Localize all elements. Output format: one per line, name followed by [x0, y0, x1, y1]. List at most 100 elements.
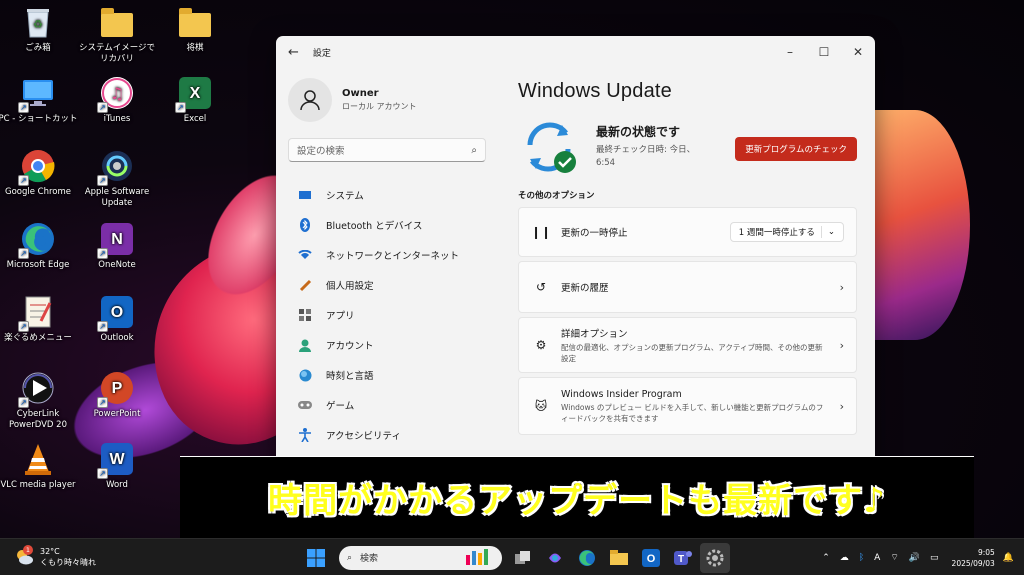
person-icon — [300, 90, 320, 111]
desktop-icon-word[interactable]: W ↗ Word — [77, 441, 157, 491]
powerpoint-icon: P ↗ — [97, 370, 135, 408]
excel-icon: X ↗ — [175, 75, 213, 113]
task-view-button[interactable] — [508, 543, 538, 573]
wifi-icon — [296, 250, 314, 260]
desktop-icon-outlook[interactable]: O ↗ Outlook — [77, 294, 157, 344]
desktop-icon-pc[interactable]: ↗ PC - ショートカット — [0, 75, 78, 125]
notification-bell-icon[interactable]: 🔔 — [1003, 553, 1014, 563]
desktop-icon-edge[interactable]: ↗ Microsoft Edge — [0, 221, 78, 271]
search-icon: ⌕ — [471, 144, 477, 156]
desktop-icon-menu[interactable]: ↗ 楽ぐるめメニュー — [0, 294, 78, 344]
nav-item-label: システム — [326, 191, 364, 202]
desktop-icon-label: PC - ショートカット — [0, 114, 78, 124]
svg-text:♫: ♫ — [110, 84, 124, 103]
desktop-icon-shogi-folder[interactable]: 将棋 — [155, 4, 235, 54]
cloud-icon[interactable]: ☁ — [840, 553, 849, 563]
nav-item-label: Bluetooth とデバイス — [326, 221, 423, 232]
desktop-icon-chrome[interactable]: ↗ Google Chrome — [0, 148, 78, 198]
update-history-card[interactable]: ↺ 更新の履歴 › — [518, 261, 857, 313]
teams-button[interactable]: T — [668, 543, 698, 573]
desktop-icon-itunes[interactable]: ♫ ↗ iTunes — [77, 75, 157, 125]
svg-text:T: T — [678, 554, 684, 565]
update-status: 最新の状態です 最終チェック日時: 今日、6:54 更新プログラムのチェック — [518, 117, 857, 181]
desktop-icon-onenote[interactable]: N ↗ OneNote — [77, 221, 157, 271]
taskbar-search-input[interactable]: ⌕ 検索 — [339, 545, 502, 570]
avatar — [288, 78, 332, 122]
minimize-button[interactable]: – — [773, 41, 807, 63]
back-arrow-icon[interactable]: ← — [288, 45, 299, 60]
desktop-icon-apple-software-update[interactable]: ↗ Apple Software Update — [77, 148, 157, 209]
desktop-icon-label: CyberLink PowerDVD 20 — [9, 409, 67, 430]
gears-icon: ⚙ — [535, 338, 547, 352]
person-icon — [296, 339, 314, 352]
desktop-icon-excel[interactable]: X ↗ Excel — [155, 75, 235, 125]
history-icon: ↺ — [535, 280, 547, 294]
settings-search-input[interactable]: 設定の検索 ⌕ — [288, 138, 486, 162]
desktop-icon-recycle-bin[interactable]: ♻ ごみ箱 — [0, 4, 78, 54]
brush-icon — [296, 279, 314, 292]
shortcut-arrow-icon: ↗ — [97, 397, 108, 408]
insider-program-card[interactable]: 🐱 Windows Insider Program Windows のプレビュー… — [518, 377, 857, 435]
nav-item-accessibility[interactable]: アクセシビリティ — [288, 420, 486, 450]
desktop-icon-powerdvd[interactable]: ↗ CyberLink PowerDVD 20 — [0, 370, 78, 431]
nav-item-label: アクセシビリティ — [326, 431, 401, 442]
maximize-button[interactable]: ☐ — [807, 41, 841, 63]
teams-icon: T — [674, 550, 692, 565]
close-button[interactable]: ✕ — [841, 41, 875, 63]
notepad-icon: ↗ — [18, 294, 56, 332]
nav-item-gaming[interactable]: ゲーム — [288, 390, 486, 420]
wifi-icon[interactable]: ⌔ — [890, 552, 898, 563]
chevron-up-icon[interactable]: ⌃ — [822, 553, 830, 563]
vlc-cone-icon — [20, 441, 56, 477]
desktop-icon-label: Outlook — [100, 333, 134, 343]
file-explorer-button[interactable] — [604, 543, 634, 573]
shortcut-arrow-icon: ↗ — [18, 321, 29, 332]
gamepad-icon — [296, 400, 314, 410]
update-history-label: 更新の履歴 — [561, 283, 609, 294]
nav-item-personalization[interactable]: 個人用設定 — [288, 270, 486, 300]
check-for-updates-button[interactable]: 更新プログラムのチェック — [735, 137, 857, 161]
powerdvd-icon: ↗ — [18, 370, 56, 408]
desktop-icon-recovery-folder[interactable]: システムイメージでリカバリ — [77, 4, 157, 65]
settings-taskbar-button[interactable] — [700, 542, 730, 573]
shortcut-arrow-icon: ↗ — [97, 468, 108, 479]
outlook-taskbar-button[interactable]: O — [636, 543, 666, 573]
nav-item-accounts[interactable]: アカウント — [288, 330, 486, 360]
edge-taskbar-button[interactable] — [572, 543, 602, 573]
desktop-icon-powerpoint[interactable]: P ↗ PowerPoint — [77, 370, 157, 420]
other-options-title: その他のオプション — [518, 191, 595, 201]
nav-item-network[interactable]: ネットワークとインターネット — [288, 240, 486, 270]
clock[interactable]: 9:05 2025/09/03 — [952, 547, 995, 569]
start-button[interactable] — [301, 543, 331, 573]
accessibility-icon — [296, 428, 314, 442]
profile-account-type: ローカル アカウント — [342, 102, 417, 111]
volume-icon[interactable]: 🔊 — [909, 553, 920, 563]
word-icon: W ↗ — [97, 441, 135, 479]
shortcut-arrow-icon: ↗ — [18, 102, 29, 113]
pause-duration-value: 1 週間一時停止する — [738, 228, 815, 238]
shortcut-arrow-icon: ↗ — [18, 175, 29, 186]
nav-item-time-language[interactable]: 時刻と言語 — [288, 360, 486, 390]
battery-icon[interactable]: ▭ — [930, 553, 939, 563]
desktop-icon-vlc[interactable]: VLC media player — [0, 441, 78, 491]
nav-item-system[interactable]: システム — [288, 180, 486, 210]
bluetooth-icon[interactable]: ᛒ — [859, 553, 864, 563]
chevron-down-icon: ⌄ — [827, 227, 835, 237]
nav-item-bluetooth[interactable]: Bluetooth とデバイス — [288, 210, 486, 240]
pause-duration-dropdown[interactable]: 1 週間一時停止する ⌄ — [729, 222, 844, 242]
ime-indicator[interactable]: A — [874, 553, 880, 563]
advanced-options-card[interactable]: ⚙ 詳細オプション 配信の最適化、オプションの更新プログラム、アクティブ時間、そ… — [518, 317, 857, 373]
search-icon: ⌕ — [347, 552, 353, 563]
nav-item-label: アプリ — [326, 311, 355, 322]
clock-date: 2025/09/03 — [951, 558, 995, 568]
chevron-right-icon: › — [839, 399, 844, 413]
user-profile[interactable]: Owner ローカル アカウント — [288, 78, 486, 122]
nav-item-apps[interactable]: アプリ — [288, 300, 486, 330]
copilot-button[interactable] — [540, 543, 570, 573]
desktop-icon-label: 楽ぐるめメニュー — [4, 333, 72, 343]
taskbar: 1 32°C くもり時々晴れ ⌕ 検索 O T ⌃ ☁ ᛒ A ⌔ 🔊 ▭ 9:… — [0, 538, 1024, 575]
search-highlight-icon — [464, 547, 494, 568]
task-view-icon — [515, 550, 530, 564]
weather-widget[interactable]: 1 32°C くもり時々晴れ — [0, 545, 96, 568]
edge-icon — [579, 549, 595, 566]
